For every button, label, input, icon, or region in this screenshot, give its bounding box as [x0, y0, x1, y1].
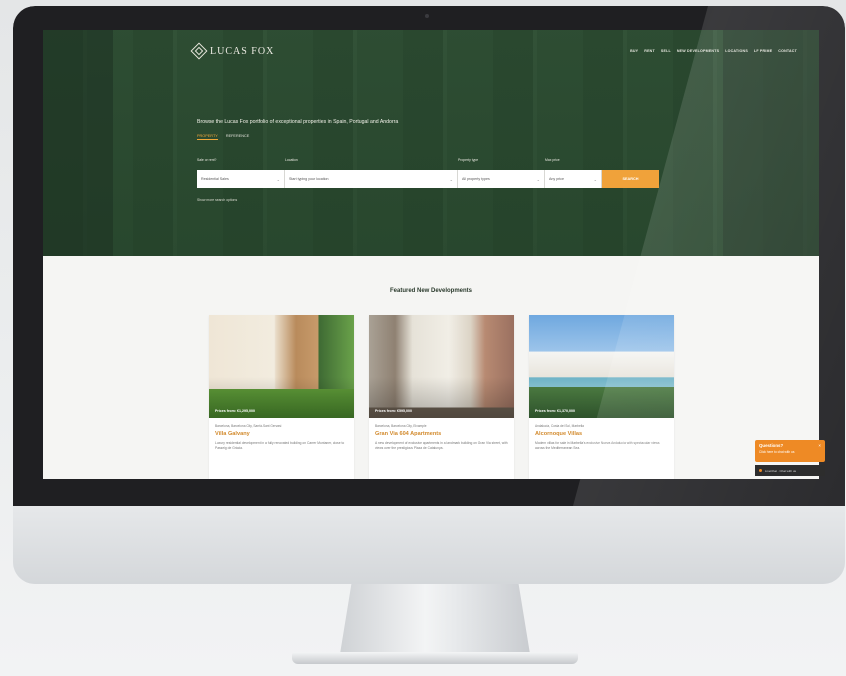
monitor-stand-neck [340, 584, 530, 654]
monitor-chin [13, 506, 845, 584]
logo-text: LUCAS FOX [210, 45, 275, 57]
card-body: Barcelona, Barcelona City, Eixample Gran… [369, 418, 514, 458]
tab-reference[interactable]: REFERENCE [226, 134, 249, 140]
camera-dot [425, 14, 429, 18]
chat-widget[interactable]: Questions? Click here to chat with us × [755, 440, 825, 462]
chevron-down-icon: ⌄ [449, 176, 453, 182]
chat-status-text: LiveChat · Chat with us [765, 468, 797, 473]
card-photo[interactable]: Prices from: €1,295,000 [209, 315, 354, 418]
nav-link-rent[interactable]: RENT [644, 49, 655, 53]
top-navigation: LUCAS FOX BUY RENT SELL NEW DEVELOPMENTS… [43, 30, 819, 72]
hero-banner: LUCAS FOX BUY RENT SELL NEW DEVELOPMENTS… [43, 30, 819, 256]
nav-link-lf-prime[interactable]: LF PRIME [754, 49, 772, 53]
nav-link-sell[interactable]: SELL [661, 49, 671, 53]
website-screen: LUCAS FOX BUY RENT SELL NEW DEVELOPMENTS… [43, 30, 819, 479]
location-input[interactable]: Start typing your location ⌄ [285, 170, 458, 188]
label-sale-or-rent: Sale or rent? [197, 158, 217, 162]
location-placeholder: Start typing your location [289, 177, 329, 181]
chevron-down-icon: ⌄ [536, 176, 540, 182]
nav-link-buy[interactable]: BUY [630, 49, 638, 53]
brand-logo[interactable]: LUCAS FOX [190, 42, 275, 60]
nav-links: BUY RENT SELL NEW DEVELOPMENTS LOCATIONS… [630, 49, 797, 53]
label-max-price: Max price [545, 158, 560, 162]
development-card[interactable]: Prices from: €1,295,000 Barcelona, Barce… [209, 315, 354, 479]
card-body: Barcelona, Barcelona City, Sarrià-Sant G… [209, 418, 354, 458]
card-photo[interactable]: Prices from: €595,000 [369, 315, 514, 418]
close-icon[interactable]: × [818, 443, 821, 448]
label-location: Location [285, 158, 298, 162]
monitor-bezel: LUCAS FOX BUY RENT SELL NEW DEVELOPMENTS… [13, 6, 845, 506]
card-description: Luxury residential development in a full… [215, 441, 345, 451]
card-location: Barcelona, Barcelona City, Sarrià-Sant G… [215, 424, 282, 428]
card-body: Andalucía, Costa del Sol, Marbella Alcor… [529, 418, 674, 458]
hero-title: Browse the Lucas Fox portfolio of except… [197, 119, 399, 125]
card-title[interactable]: Alcornoque Villas [535, 431, 668, 437]
development-card[interactable]: Prices from: €595,000 Barcelona, Barcelo… [369, 315, 514, 479]
chevron-down-icon: ⌄ [276, 176, 280, 182]
card-description: A new development of exclusive apartment… [375, 441, 508, 451]
tab-property[interactable]: PROPERTY [197, 134, 218, 140]
card-location: Barcelona, Barcelona City, Eixample [375, 424, 427, 428]
chat-status-bar[interactable]: LiveChat · Chat with us [755, 465, 825, 476]
card-price: Prices from: €595,000 [375, 409, 412, 413]
monitor-stand-base [292, 652, 578, 664]
search-button[interactable]: SEARCH [602, 170, 659, 188]
card-title[interactable]: Gran Via 604 Apartments [375, 431, 508, 437]
status-dot-icon [759, 469, 762, 472]
chat-title: Questions? [759, 443, 784, 448]
sale-or-rent-value: Residential Sales [201, 177, 229, 181]
card-title[interactable]: Villa Galvany [215, 431, 348, 437]
card-photo[interactable]: Prices from: €1,370,000 [529, 315, 674, 418]
card-price: Prices from: €1,370,000 [535, 409, 575, 413]
chevron-down-icon: ⌄ [593, 176, 597, 182]
diamond-logo-icon [190, 42, 208, 60]
card-location: Andalucía, Costa del Sol, Marbella [535, 424, 584, 428]
featured-section-title: Featured New Developments [389, 288, 473, 294]
card-description: Modern villas for sale in Marbella's exc… [535, 441, 660, 451]
nav-link-locations[interactable]: LOCATIONS [725, 49, 748, 53]
sale-or-rent-select[interactable]: Residential Sales ⌄ [197, 170, 285, 188]
featured-cards: Prices from: €1,295,000 Barcelona, Barce… [209, 315, 674, 479]
label-property-type: Property type [458, 158, 479, 162]
advanced-search-link[interactable]: Show more search options [197, 198, 237, 202]
property-type-select[interactable]: All property types ⌄ [458, 170, 545, 188]
card-price: Prices from: €1,295,000 [215, 409, 255, 413]
max-price-value: Any price [549, 177, 564, 181]
nav-link-new-developments[interactable]: NEW DEVELOPMENTS [677, 49, 719, 53]
imac-monitor: LUCAS FOX BUY RENT SELL NEW DEVELOPMENTS… [13, 6, 845, 584]
property-type-value: All property types [462, 177, 490, 181]
chat-subtitle: Click here to chat with us [759, 450, 795, 454]
nav-link-contact[interactable]: CONTACT [778, 49, 797, 53]
search-form: Residential Sales ⌄ Start typing your lo… [197, 170, 659, 188]
max-price-select[interactable]: Any price ⌄ [545, 170, 602, 188]
development-card[interactable]: Prices from: €1,370,000 Andalucía, Costa… [529, 315, 674, 479]
search-tabs: PROPERTY REFERENCE [197, 134, 249, 140]
